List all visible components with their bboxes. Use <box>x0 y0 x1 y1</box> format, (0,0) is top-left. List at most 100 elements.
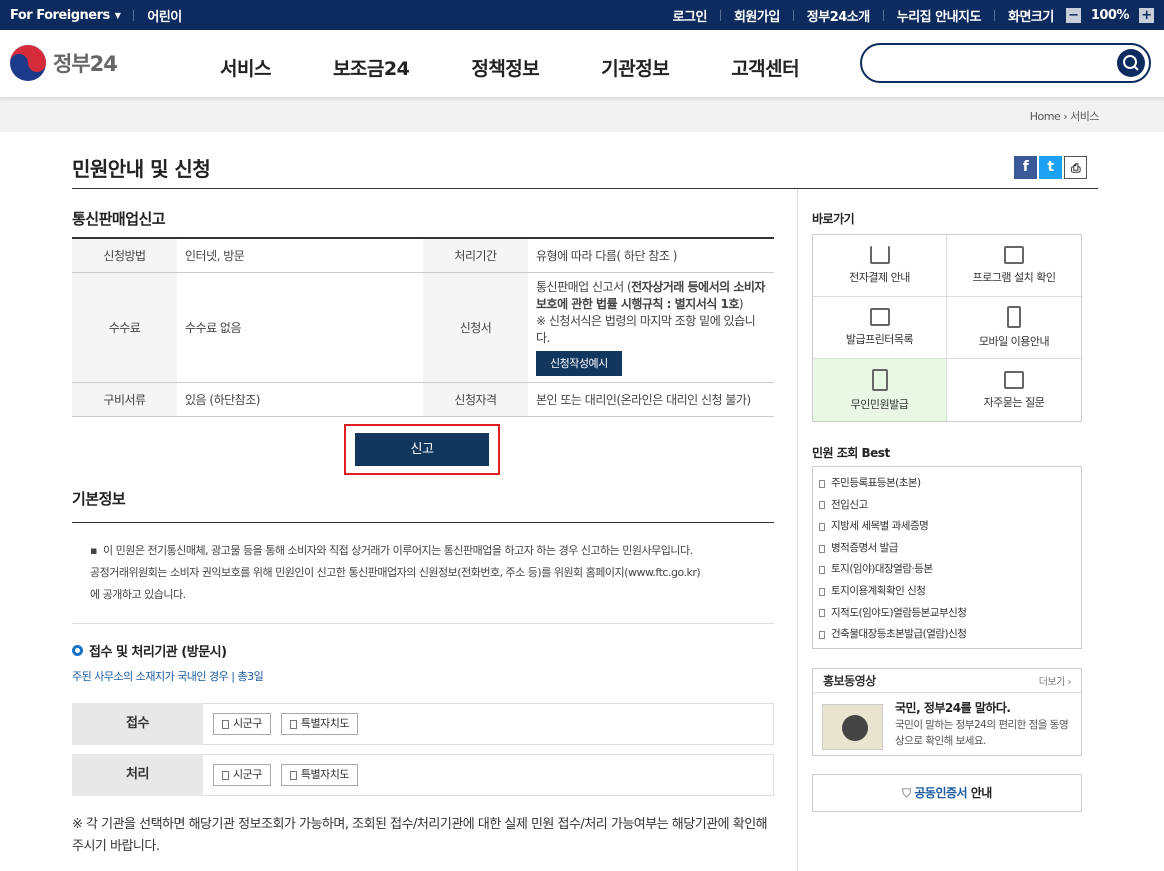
search-input[interactable] <box>860 43 1151 83</box>
val-eligibility: 본인 또는 대리인(온라인은 대리인 신청 불가) <box>528 382 774 417</box>
shortcut-faq[interactable]: 자주묻는 질문 <box>947 359 1081 421</box>
section-title: 통신판매업신고 <box>72 210 166 228</box>
agency-footnote: ※ 각 기관을 선택하면 해당기관 정보조회가 가능하며, 조회된 접수/처리기… <box>72 817 768 854</box>
list-item[interactable]: 지방세 세목별 과세증명 <box>819 516 1075 538</box>
zoom-in-button[interactable]: + <box>1139 7 1154 23</box>
divider <box>882 9 884 21</box>
form-close: ) <box>738 296 744 311</box>
divider <box>72 188 1098 189</box>
cert-label: 공동인증서 <box>914 786 968 800</box>
site-logo[interactable]: 정부24 <box>9 44 118 82</box>
document-icon <box>289 770 297 780</box>
breadcrumb-current[interactable]: 서비스 <box>1070 110 1099 123</box>
agency-title-text: 접수 및 처리기관 (방문시) <box>89 645 227 660</box>
document-icon <box>819 566 825 575</box>
best-item-label: 지방세 세목별 과세증명 <box>831 520 929 533</box>
divider <box>797 189 798 871</box>
form-name: 통신판매업 신고서 ( <box>536 279 632 294</box>
zoom-control: − 100% + <box>1065 7 1154 23</box>
download-icon <box>869 246 890 264</box>
th-method: 신청방법 <box>72 238 177 273</box>
agency-button-special[interactable]: 특별자치도 <box>280 713 358 735</box>
login-link[interactable]: 로그인 <box>673 6 708 25</box>
bullet-icon: ▪ <box>90 544 97 557</box>
list-item[interactable]: 주민등록표등본(초본) <box>819 473 1075 495</box>
search-icon <box>1123 55 1139 71</box>
agency-button-special[interactable]: 특별자치도 <box>280 764 358 786</box>
twitter-icon[interactable]: t <box>1039 156 1062 179</box>
list-item[interactable]: 토지(임야)대장열람·등본 <box>819 559 1075 581</box>
document-icon <box>819 630 825 639</box>
breadcrumb: Home › 서비스 <box>0 98 1164 132</box>
nav-agency[interactable]: 기관정보 <box>601 54 669 81</box>
shortcut-mobile[interactable]: 모바일 이용안내 <box>947 297 1081 359</box>
play-icon[interactable] <box>842 715 868 741</box>
search-button[interactable] <box>1117 49 1145 77</box>
nav-customer[interactable]: 고객센터 <box>731 54 799 81</box>
promo-headline[interactable]: 국민, 정부24를 말하다. <box>895 699 1011 716</box>
print-icon[interactable]: ⎙ <box>1064 156 1087 179</box>
list-item[interactable]: 전입신고 <box>819 495 1075 517</box>
list-item[interactable]: 건축물대장등초본발급(열람)신청 <box>819 624 1075 646</box>
shortcut-printer[interactable]: 발급프린터목록 <box>813 297 947 359</box>
shortcut-kiosk[interactable]: 무인민원발급 <box>813 359 947 421</box>
agency-row-label: 접수 <box>72 703 203 745</box>
promo-title: 홍보동영상 <box>823 674 876 688</box>
logo-text: 정부24 <box>53 52 118 76</box>
divider <box>133 9 135 21</box>
certificate-guide-button[interactable]: ⛉ 공동인증서 안내 <box>812 774 1082 812</box>
monitor-check-icon <box>1004 246 1024 264</box>
val-fee: 수수료 없음 <box>177 272 423 383</box>
shortcut-program[interactable]: 프로그램 설치 확인 <box>947 235 1081 297</box>
agency-button-sigungu[interactable]: 시군구 <box>213 713 271 735</box>
video-thumbnail[interactable] <box>822 704 883 750</box>
best-item-label: 전입신고 <box>831 498 868 511</box>
shortcut-label: 자주묻는 질문 <box>983 395 1045 409</box>
breadcrumb-home[interactable]: Home <box>1030 110 1061 123</box>
divider <box>72 522 774 523</box>
divider <box>792 9 794 21</box>
list-item[interactable]: 지적도(임야도)열람등본교부신청 <box>819 603 1075 625</box>
agency-button-sigungu[interactable]: 시군구 <box>213 764 271 786</box>
zoom-out-button[interactable]: − <box>1065 7 1081 23</box>
agency-row-receive: 접수 시군구 특별자치도 <box>72 703 774 745</box>
agency-title: 접수 및 처리기관 (방문시) <box>72 641 227 660</box>
zoom-level: 100% <box>1090 7 1130 23</box>
val-form: 통신판매업 신고서 (전자상거래 등에서의 소비자 보호에 관한 법률 시행규칙… <box>528 272 774 383</box>
about-link[interactable]: 정부24소개 <box>807 6 870 25</box>
document-icon <box>819 479 825 488</box>
best-item-label: 토지(임야)대장열람·등본 <box>831 563 933 576</box>
apply-example-button[interactable]: 신청작성예시 <box>536 350 622 376</box>
best-list: 주민등록표등본(초본) 전입신고 지방세 세목별 과세증명 병적증명서 발급 토… <box>812 466 1082 649</box>
share-buttons: f t ⎙ <box>1014 156 1087 179</box>
shortcut-payment[interactable]: 전자결제 안내 <box>813 235 947 297</box>
list-item[interactable]: 병적증명서 발급 <box>819 538 1075 560</box>
val-docs: 있음 (하단참조) <box>177 382 423 417</box>
facebook-icon[interactable]: f <box>1014 156 1037 179</box>
shortcut-label: 전자결제 안내 <box>849 271 910 284</box>
report-button[interactable]: 신고 <box>355 433 489 466</box>
basic-info-desc: ▪ 이 민원은 전기통신매체, 광고물 등을 통해 소비자와 직접 상거래가 이… <box>90 540 770 606</box>
divider <box>72 623 774 624</box>
list-item[interactable]: 토지이용계획확인 신청 <box>819 581 1075 603</box>
highlight-box: 신고 <box>344 424 500 475</box>
th-form: 신청서 <box>423 272 528 383</box>
kids-link[interactable]: 어린이 <box>147 6 182 25</box>
nav-subsidy[interactable]: 보조금24 <box>333 54 410 81</box>
more-link[interactable]: 더보기 › <box>1039 673 1072 688</box>
dropdown-caret-icon[interactable]: ▼ <box>115 11 121 20</box>
agency-button-label: 시군구 <box>233 768 262 781</box>
agency-row-process: 처리 시군구 특별자치도 <box>72 754 774 796</box>
shortcut-label: 무인민원발급 <box>850 397 909 411</box>
sitemap-link[interactable]: 누리집 안내지도 <box>897 6 982 25</box>
for-foreigners-menu[interactable]: For Foreigners <box>10 8 110 23</box>
screen-size-label: 화면크기 <box>1007 9 1054 25</box>
top-utility-bar: For Foreigners ▼ 어린이 로그인 회원가입 정부24소개 누리집… <box>0 0 1164 30</box>
val-method: 인터넷, 방문 <box>177 238 423 273</box>
nav-policy[interactable]: 정책정보 <box>471 54 539 81</box>
nav-service[interactable]: 서비스 <box>220 54 271 81</box>
join-link[interactable]: 회원가입 <box>734 6 780 25</box>
desc-line: 에 공개하고 있습니다. <box>90 588 186 601</box>
agency-button-label: 시군구 <box>233 717 262 730</box>
agency-row-label: 처리 <box>72 754 203 796</box>
